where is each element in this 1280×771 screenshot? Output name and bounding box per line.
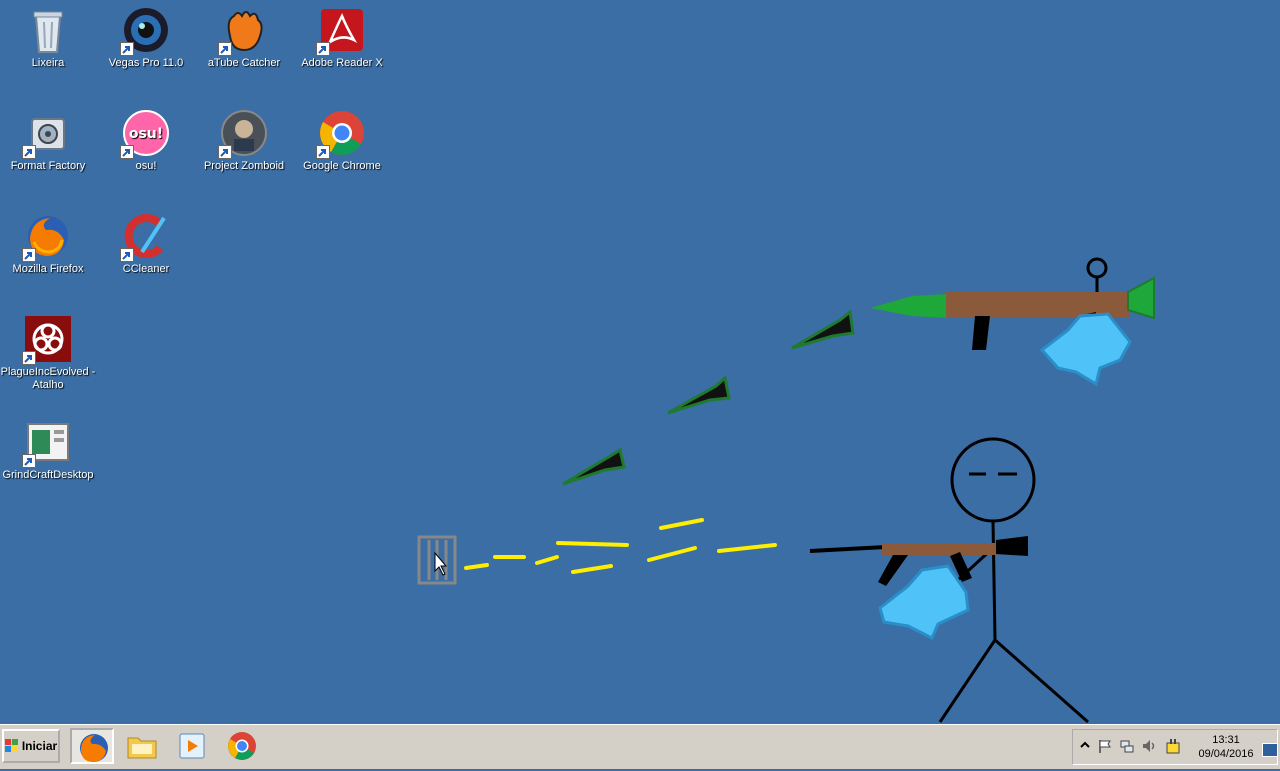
start-label: Iniciar xyxy=(21,739,58,753)
clock-time: 13:31 xyxy=(1212,734,1240,746)
volume-icon[interactable] xyxy=(1141,738,1157,754)
taskbar-media-player-button[interactable] xyxy=(170,728,214,764)
clock[interactable]: 13:31 09/04/2016 xyxy=(1193,733,1259,761)
desktop: Lixeira Vegas Pro 11.0 aTube Catcher Ado… xyxy=(0,0,1280,724)
windows-logo-icon xyxy=(4,739,18,752)
bullet-streaks xyxy=(464,518,777,574)
action-center-flag-icon[interactable] xyxy=(1097,738,1113,754)
taskbar-chrome-button[interactable] xyxy=(220,728,264,764)
power-plug-icon[interactable] xyxy=(1165,738,1181,754)
rocket-projectiles xyxy=(562,309,855,486)
system-tray: 13:31 09/04/2016 xyxy=(1072,729,1278,765)
show-desktop-button[interactable] xyxy=(1262,743,1278,757)
taskbar-firefox-button[interactable] xyxy=(70,728,114,764)
rocket-launcher-drawing xyxy=(870,257,1155,387)
folder-icon xyxy=(127,737,157,759)
show-hidden-icons-icon[interactable] xyxy=(1077,738,1093,754)
clock-date: 09/04/2016 xyxy=(1198,748,1254,760)
wallpaper-drawing xyxy=(417,257,1155,724)
network-icon[interactable] xyxy=(1119,738,1135,754)
taskbar: Iniciar 13:31 09/04/2016 xyxy=(0,724,1280,769)
chrome-icon xyxy=(228,732,256,760)
firefox-icon xyxy=(80,734,108,762)
taskbar-explorer-button[interactable] xyxy=(120,728,164,764)
start-button[interactable]: Iniciar xyxy=(2,729,60,763)
media-player-icon xyxy=(179,733,205,759)
